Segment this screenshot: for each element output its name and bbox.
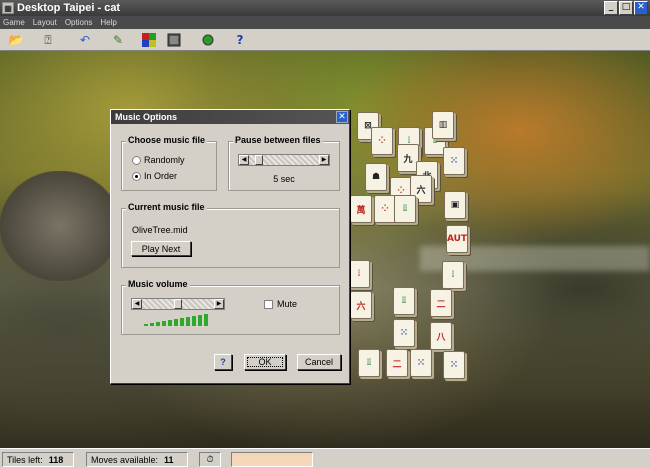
app-icon: ▦ — [2, 2, 14, 14]
hint-icon[interactable]: ⍰ — [40, 32, 56, 48]
pause-slider[interactable]: ◀ ▶ — [238, 154, 330, 166]
current-filename: OliveTree.mid — [132, 225, 188, 235]
timer-icon: ⏱ — [199, 452, 221, 467]
mahjong-tile[interactable]: ⁘ — [374, 195, 396, 223]
mahjong-tile[interactable]: ⦙⦙ — [358, 349, 380, 377]
moves-panel: Moves available: 11 — [86, 452, 188, 467]
tiles-left-value: 118 — [48, 454, 64, 465]
wand-icon[interactable]: ✎ — [110, 32, 126, 48]
status-message-panel — [231, 452, 313, 467]
radio-in-order-label: In Order — [144, 171, 178, 181]
cancel-button[interactable]: Cancel — [297, 354, 341, 370]
status-bar: Tiles left: 118 Moves available: 11 ⏱ — [0, 448, 650, 468]
window-title: Desktop Taipei - cat — [17, 2, 121, 14]
menu-bar: Game Layout Options Help — [0, 16, 650, 29]
mahjong-tile[interactable]: ⁘ — [371, 127, 393, 155]
volume-slider-right-arrow[interactable]: ▶ — [214, 299, 224, 309]
undo-icon[interactable]: ↶ — [77, 32, 93, 48]
moves-label: Moves available: — [91, 454, 159, 465]
volume-slider-thumb[interactable] — [174, 299, 182, 309]
mahjong-tile[interactable]: AUT — [446, 225, 468, 253]
mute-label: Mute — [277, 299, 298, 309]
mahjong-tile[interactable]: ⁙ — [443, 147, 465, 175]
pause-slider-left-arrow[interactable]: ◀ — [239, 155, 249, 165]
music-options-dialog: Music Options ✕ Choose music file Random… — [110, 109, 350, 384]
volume-group: Music volume ◀ ▶ Mute — [121, 279, 340, 335]
open-icon[interactable]: 📂 — [8, 32, 24, 48]
backgrounds-icon[interactable] — [166, 32, 182, 48]
mahjong-tile[interactable]: 萬 — [350, 195, 372, 223]
tiles-icon[interactable] — [141, 32, 157, 48]
volume-title: Music volume — [126, 279, 190, 289]
choose-file-group: Choose music file Randomly In Order — [121, 135, 217, 191]
background-rock — [0, 171, 120, 281]
toolbar: 📂 ⍰ ↶ ✎ ? — [0, 29, 650, 51]
mahjong-tile[interactable]: ⁙ — [393, 319, 415, 347]
sound-icon[interactable] — [200, 32, 216, 48]
current-file-title: Current music file — [126, 202, 207, 212]
volume-slider-left-arrow[interactable]: ◀ — [132, 299, 142, 309]
tiles-left-panel: Tiles left: 118 — [2, 452, 74, 467]
menu-help[interactable]: Help — [100, 18, 116, 27]
mahjong-tile[interactable]: 二 — [386, 349, 408, 377]
choose-file-title: Choose music file — [126, 135, 208, 145]
mahjong-tile[interactable]: ▣ — [444, 191, 466, 219]
dialog-title: Music Options — [115, 112, 178, 122]
radio-randomly[interactable]: Randomly — [132, 155, 185, 165]
dialog-help-button[interactable]: ? — [214, 354, 232, 370]
menu-game[interactable]: Game — [3, 18, 25, 27]
volume-slider[interactable]: ◀ ▶ — [131, 298, 225, 310]
dialog-close-button[interactable]: ✕ — [336, 111, 348, 123]
minimize-button[interactable]: _ — [604, 1, 618, 15]
current-file-group: Current music file OliveTree.mid Play Ne… — [121, 202, 340, 268]
tiles-left-label: Tiles left: — [7, 454, 43, 465]
mahjong-tile[interactable]: ▥ — [432, 111, 454, 139]
mahjong-tile[interactable]: ⦙ — [348, 260, 370, 288]
pause-slider-thumb[interactable] — [255, 155, 263, 165]
radio-in-order-dot[interactable] — [132, 171, 141, 181]
radio-randomly-dot[interactable] — [132, 155, 141, 165]
pause-value: 5 sec — [273, 174, 295, 184]
menu-options[interactable]: Options — [65, 18, 93, 27]
mahjong-tile[interactable]: 八 — [430, 322, 452, 350]
mahjong-tile[interactable]: ⦙⦙ — [393, 287, 415, 315]
close-button[interactable]: ✕ — [634, 1, 648, 15]
pause-group: Pause between files ◀ ▶ 5 sec — [228, 135, 340, 191]
mahjong-tile[interactable]: ⦙ — [442, 261, 464, 289]
mahjong-tile[interactable]: ⁙ — [410, 349, 432, 377]
moves-value: 11 — [164, 454, 174, 465]
help-icon[interactable]: ? — [232, 32, 248, 48]
radio-randomly-label: Randomly — [144, 155, 185, 165]
mahjong-tile[interactable]: 二 — [430, 289, 452, 317]
mahjong-tile[interactable]: 六 — [350, 291, 372, 319]
mahjong-tile[interactable]: ☗ — [365, 163, 387, 191]
title-bar: ▦ Desktop Taipei - cat _ □ ✕ — [0, 0, 650, 16]
pause-title: Pause between files — [233, 135, 323, 145]
mahjong-tile[interactable]: ⦙⦙ — [394, 195, 416, 223]
ok-button[interactable]: OK — [244, 354, 286, 370]
volume-level-meter — [144, 314, 208, 326]
mute-checkbox[interactable]: Mute — [264, 299, 297, 309]
radio-in-order[interactable]: In Order — [132, 171, 177, 181]
play-next-button[interactable]: Play Next — [131, 241, 191, 256]
mahjong-tile[interactable]: ⁙ — [443, 351, 465, 379]
maximize-button[interactable]: □ — [619, 1, 633, 15]
mute-checkbox-box[interactable] — [264, 299, 273, 309]
pause-slider-right-arrow[interactable]: ▶ — [319, 155, 329, 165]
menu-layout[interactable]: Layout — [33, 18, 57, 27]
dialog-title-bar: Music Options ✕ — [111, 110, 349, 124]
